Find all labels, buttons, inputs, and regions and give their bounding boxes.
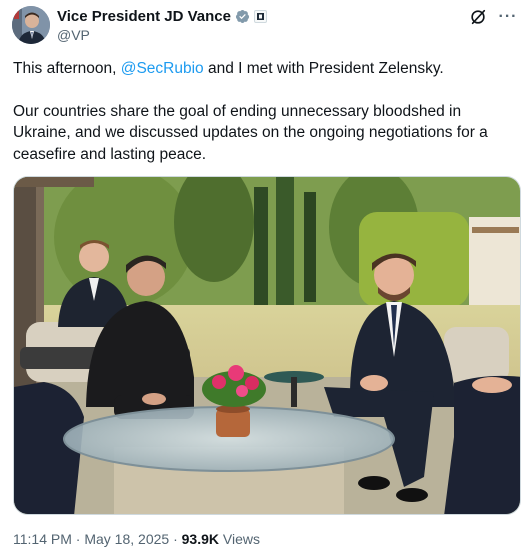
affiliation-badge-icon[interactable] — [254, 9, 267, 23]
post-text-intro-after: and I met with President Zelensky. — [203, 60, 444, 77]
post-paragraph-1: This afternoon, @SecRubio and I met with… — [13, 58, 518, 80]
views-label: Views — [219, 531, 260, 547]
meta-separator-2: · — [169, 531, 182, 547]
top-actions: ··· — [468, 7, 518, 27]
mention-link[interactable]: @SecRubio — [121, 60, 204, 77]
meeting-photo-illustration — [14, 177, 520, 514]
author-display-name[interactable]: Vice President JD Vance — [57, 8, 231, 25]
views-count: 93.9K — [181, 531, 219, 547]
author-handle[interactable]: @VP — [57, 27, 518, 43]
meta-separator-1: · — [71, 531, 85, 547]
post-meta: 11:14 PM · May 18, 2025 · 93.9K Views — [13, 531, 260, 547]
verified-badge-icon[interactable] — [235, 9, 250, 24]
post-time[interactable]: 11:14 PM — [13, 531, 72, 547]
grok-icon[interactable] — [468, 7, 488, 27]
post-date[interactable]: May 18, 2025 — [84, 531, 169, 547]
more-options-icon[interactable]: ··· — [498, 7, 518, 27]
post-photo[interactable] — [13, 176, 521, 515]
post-text: This afternoon, @SecRubio and I met with… — [13, 58, 518, 165]
post-text-intro-before: This afternoon, — [13, 60, 121, 77]
author-avatar[interactable] — [12, 6, 50, 44]
author-name-row: Vice President JD Vance — [57, 7, 518, 25]
post-paragraph-2: Our countries share the goal of ending u… — [13, 102, 488, 163]
post-header: Vice President JD Vance @VP ··· — [57, 7, 518, 44]
